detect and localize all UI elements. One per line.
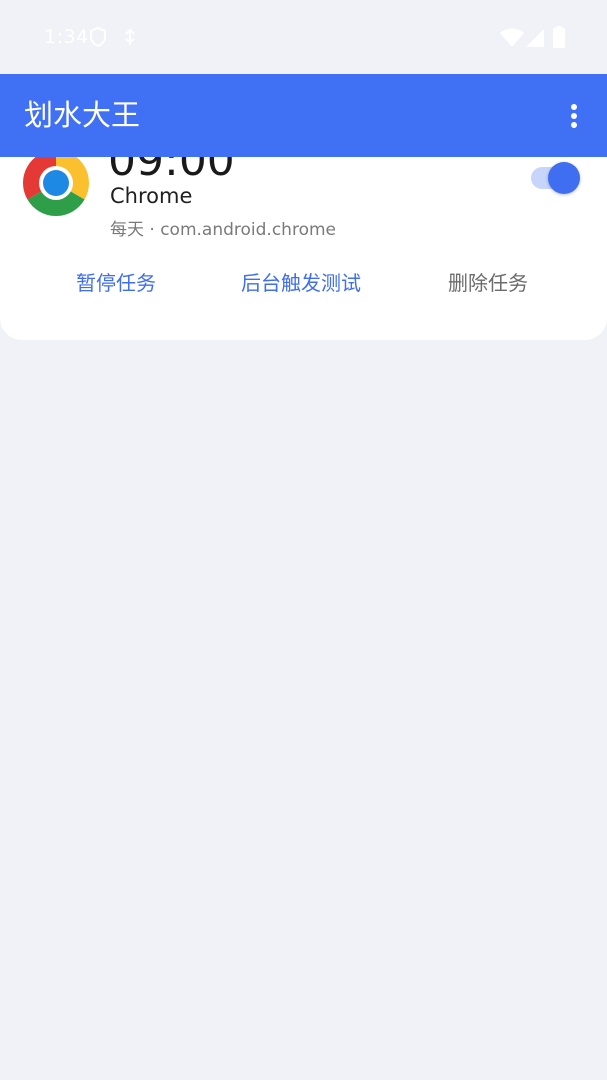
toggle-thumb	[548, 162, 580, 194]
wifi-icon	[500, 28, 524, 52]
status-time: 1:34	[44, 26, 89, 48]
status-bar: 1:34	[0, 0, 607, 74]
task-schedule: 每天 · com.android.chrome	[110, 220, 336, 240]
app-title: 划水大王	[24, 98, 141, 132]
more-vert-icon[interactable]	[554, 92, 594, 140]
pause-task-button[interactable]: 暂停任务	[76, 268, 156, 298]
battery-icon	[552, 26, 566, 52]
usb-icon	[123, 27, 137, 51]
menu-dot	[571, 122, 577, 128]
app-bar: 划水大王	[0, 74, 607, 157]
background-trigger-test-button[interactable]: 后台触发测试	[241, 268, 361, 298]
menu-dot	[571, 113, 577, 119]
menu-dot	[571, 104, 577, 110]
app-name: Chrome	[110, 184, 193, 208]
chrome-icon	[22, 150, 90, 217]
shield-icon	[89, 26, 107, 51]
signal-icon	[525, 28, 545, 52]
delete-task-button[interactable]: 删除任务	[448, 268, 528, 298]
task-enabled-toggle[interactable]	[531, 162, 581, 194]
